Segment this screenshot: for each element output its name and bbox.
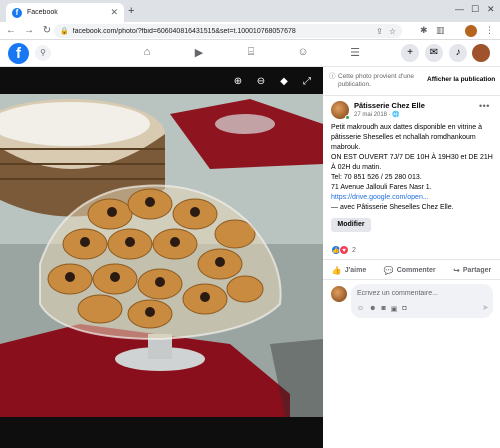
watch-nav-icon[interactable]: ▶	[189, 46, 209, 61]
lock-icon: 🔒	[60, 28, 69, 35]
online-status-dot	[345, 115, 350, 120]
share-button[interactable]: ↪ Partager	[453, 266, 491, 275]
create-plus-icon[interactable]: +	[401, 44, 419, 62]
zoom-out-icon[interactable]: ⊖	[254, 75, 268, 89]
sticker-icon[interactable]: ◘	[402, 305, 406, 313]
post-line: ON EST OUVERT 7J/7 DE 10H À 19H30 et DE …	[331, 154, 493, 171]
globe-icon: 🌐	[392, 112, 400, 118]
profile-avatar[interactable]	[472, 44, 490, 62]
tagged-with-text: — avec Pâtisserie Sheselles Chez Elle.	[331, 204, 454, 211]
comment-box: ☺ ☻ ◙ ▣ ◘ ➤	[351, 284, 493, 318]
post-date[interactable]: 27 mai 2018 · 🌐	[354, 111, 400, 118]
photo-viewer: ⊕ ⊖ ◆ ⤢	[0, 67, 323, 448]
emoji-icon[interactable]: ☻	[369, 305, 376, 313]
edit-button[interactable]: Modifier	[331, 218, 371, 232]
back-icon[interactable]: ←	[4, 25, 18, 36]
reload-icon[interactable]: ↻	[40, 25, 54, 36]
home-nav-icon[interactable]: ⌂	[137, 46, 157, 61]
browser-tab-strip: f Facebook ✕ + — ☐ ✕	[0, 0, 500, 22]
show-post-link[interactable]: Afficher la publication	[427, 76, 495, 83]
pastry-photo-illustration	[0, 94, 323, 417]
post-date-text: 27 mai 2018 ·	[354, 112, 393, 118]
close-window-icon[interactable]: ✕	[487, 4, 495, 15]
share-page-icon[interactable]: ⇪	[376, 27, 383, 36]
comment-label: Commenter	[396, 266, 436, 274]
gif-icon[interactable]: ▣	[391, 305, 398, 313]
post-actions: 👍 J'aime 💬 Commenter ↪ Partager	[323, 262, 500, 278]
sidebar-icon[interactable]: ▥	[436, 25, 445, 36]
minimize-icon[interactable]: —	[455, 4, 464, 14]
groups-nav-icon[interactable]: ☺	[293, 46, 313, 61]
divider	[323, 95, 500, 96]
close-tab-icon[interactable]: ✕	[110, 7, 118, 18]
reaction-summary[interactable]: 👍 ♥ 2	[331, 245, 356, 255]
divider	[323, 279, 500, 280]
notice-text: Cette photo provient d'une publication.	[338, 73, 415, 88]
reaction-count: 2	[352, 246, 356, 254]
avatar-sticker-icon[interactable]: ☺	[357, 305, 364, 313]
send-icon[interactable]: ➤	[482, 303, 489, 312]
photo-source-notice: ⓘ Cette photo provient d'une publication…	[329, 73, 425, 89]
zoom-in-icon[interactable]: ⊕	[231, 75, 245, 89]
messenger-icon[interactable]: ✉	[425, 44, 443, 62]
comment-tools: ☺ ☻ ◙ ▣ ◘	[357, 305, 412, 313]
forward-icon[interactable]: →	[22, 25, 36, 36]
address-bar[interactable]: 🔒 facebook.com/photo/?fbid=6060408164315…	[54, 24, 402, 38]
comment-button[interactable]: 💬 Commenter	[384, 266, 436, 275]
pastry-photo	[0, 94, 323, 417]
divider	[323, 259, 500, 260]
commenter-avatar[interactable]	[331, 286, 347, 302]
comment-input[interactable]	[357, 288, 485, 298]
menu-nav-icon[interactable]: ☰	[345, 46, 365, 61]
share-label: Partager	[462, 266, 492, 274]
notifications-bell-icon[interactable]: ♪	[449, 44, 467, 62]
more-options-icon[interactable]: •••	[479, 101, 490, 111]
share-arrow-icon: ↪	[453, 265, 460, 275]
fullscreen-icon[interactable]: ⤢	[300, 75, 314, 89]
like-label: J'aime	[344, 266, 367, 274]
like-button[interactable]: 👍 J'aime	[332, 266, 366, 275]
extensions-icon[interactable]: ✱	[420, 25, 428, 36]
facebook-logo-icon[interactable]: f	[8, 43, 29, 64]
comment-bubble-icon: 💬	[383, 265, 394, 275]
camera-icon[interactable]: ◙	[382, 305, 386, 313]
url-text: facebook.com/photo/?fbid=606040816431515…	[72, 27, 296, 35]
facebook-favicon-icon: f	[12, 7, 22, 18]
browser-tab[interactable]: f Facebook ✕	[6, 3, 124, 22]
thumbs-up-icon: 👍	[331, 265, 342, 275]
page-name[interactable]: Pâtisserie Chez Elle	[354, 101, 425, 110]
info-icon: ⓘ	[329, 73, 336, 80]
new-tab-icon[interactable]: +	[128, 5, 134, 17]
tab-title: Facebook	[27, 9, 58, 16]
drive-link[interactable]: https://drive.google.com/open...	[331, 193, 497, 203]
search-icon[interactable]: ⚲	[35, 45, 51, 61]
browser-profile-avatar[interactable]	[465, 25, 477, 37]
post-line: 71 Avenue Jallouli Fares Nasr 1.	[331, 184, 432, 191]
post-side-panel: ⓘ Cette photo provient d'une publication…	[323, 67, 500, 448]
post-line: Tel: 70 851 526 / 25 280 013.	[331, 174, 422, 181]
browser-menu-icon[interactable]: ⋮	[485, 25, 494, 36]
post-text: Petit makroudh aux dattes disponible en …	[331, 123, 497, 213]
tag-icon[interactable]: ◆	[277, 75, 291, 89]
facebook-header: f ⚲ ⌂ ▶ ⌸ ☺ ☰ + ✉ ♪	[0, 40, 500, 67]
post-line: Petit makroudh aux dattes disponible en …	[331, 124, 482, 151]
bookmark-star-icon[interactable]: ☆	[389, 27, 396, 36]
maximize-icon[interactable]: ☐	[471, 4, 479, 15]
love-reaction-icon: ♥	[339, 245, 349, 255]
marketplace-nav-icon[interactable]: ⌸	[241, 46, 261, 61]
